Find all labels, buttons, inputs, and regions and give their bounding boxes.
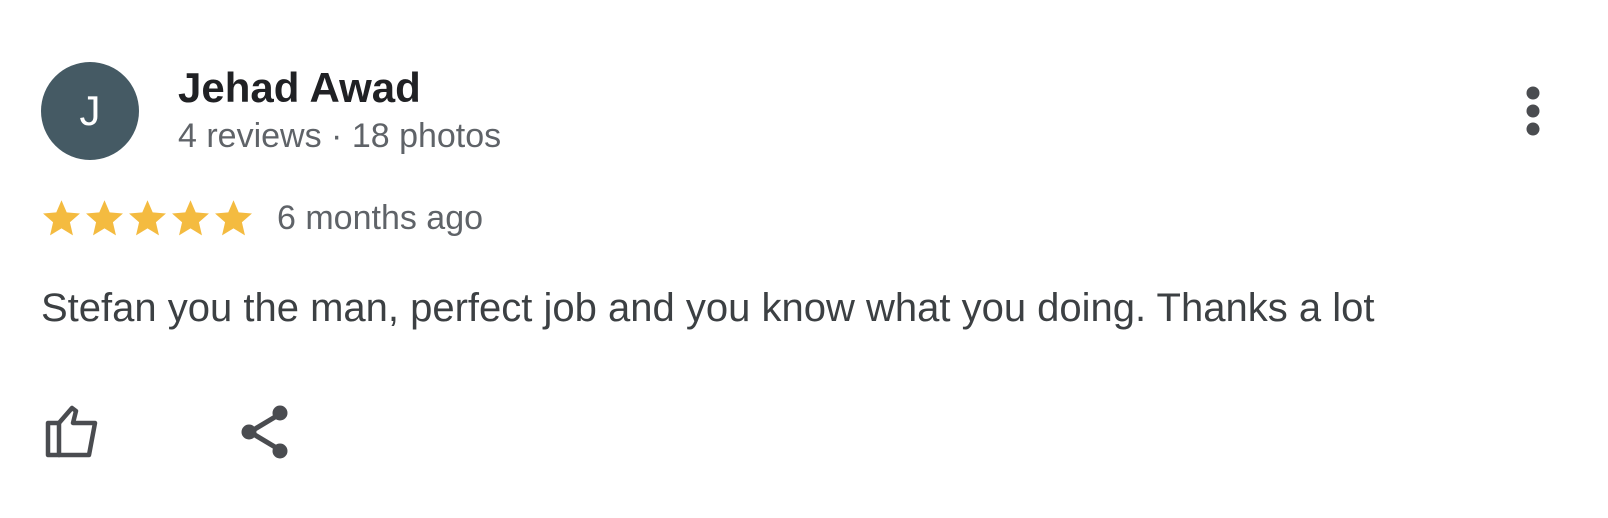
avatar[interactable]: J <box>41 62 139 160</box>
star-rating <box>40 197 255 240</box>
rating-row: 6 months ago <box>40 196 483 240</box>
star-icon <box>86 199 123 235</box>
share-icon <box>241 405 288 459</box>
review-text: Stefan you the man, perfect job and you … <box>41 286 1375 330</box>
star-icon <box>215 199 252 235</box>
star-icon <box>172 199 209 235</box>
thumb-up-icon <box>45 405 98 458</box>
reviewer-meta: 4 reviews · 18 photos <box>178 117 502 155</box>
more-options-button[interactable] <box>1508 80 1558 142</box>
more-vert-icon <box>1526 86 1540 136</box>
share-button[interactable] <box>234 400 298 464</box>
avatar-initial: J <box>79 87 101 134</box>
reviewer-name[interactable]: Jehad Awad <box>178 64 421 112</box>
review-card: J Jehad Awad 4 reviews · 18 photos 6 mon… <box>0 0 1608 518</box>
like-button[interactable] <box>40 400 104 464</box>
star-icon <box>43 199 80 235</box>
star-icon <box>129 199 166 235</box>
review-date: 6 months ago <box>277 199 484 237</box>
